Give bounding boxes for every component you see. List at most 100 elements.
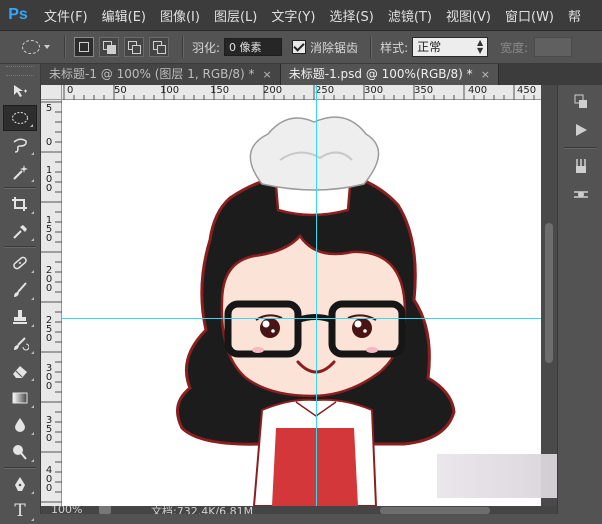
ruler-label: 150 (210, 85, 230, 96)
close-icon[interactable]: × (481, 64, 490, 85)
horizontal-guide[interactable] (62, 318, 541, 319)
menu-layer[interactable]: 图层(L) (214, 6, 257, 25)
brush-presets-button[interactable] (569, 155, 593, 177)
panel-dock (557, 85, 602, 514)
dodge-tool[interactable] (3, 439, 37, 465)
intersect-selection-button[interactable] (149, 37, 169, 57)
style-select-value: 正常 (417, 40, 442, 54)
style-label: 样式: (380, 40, 409, 55)
feather-input[interactable]: 0 像素 (224, 38, 283, 56)
stamp-icon (13, 310, 27, 324)
menu-type[interactable]: 文字(Y) (271, 6, 315, 25)
menu-help[interactable]: 帮 (568, 6, 581, 25)
menu-file[interactable]: 文件(F) (44, 6, 88, 25)
ruler-label: 1 5 0 (45, 215, 53, 244)
crop-tool[interactable] (3, 191, 37, 217)
style-select[interactable]: 正常 ▲ ▼ (412, 37, 489, 57)
eraser-tool[interactable] (3, 358, 37, 384)
move-icon (14, 85, 27, 97)
menu-select[interactable]: 选择(S) (329, 6, 373, 25)
crop-icon (12, 197, 27, 211)
divider (182, 36, 184, 58)
new-selection-button[interactable] (74, 37, 94, 57)
antialias-checkbox[interactable] (292, 40, 307, 54)
lasso-tool[interactable] (3, 132, 37, 158)
vertical-ruler[interactable]: 5 0 1 0 0 1 5 0 2 0 0 2 5 0 3 0 0 3 5 0 … (41, 100, 62, 514)
history-panel-button[interactable] (569, 91, 593, 113)
tools-panel: T (0, 64, 41, 521)
subtract-from-selection-button[interactable] (124, 37, 144, 57)
divider (4, 246, 36, 248)
eyedropper-icon (13, 225, 27, 239)
ruler-label: 2 5 0 (45, 315, 53, 344)
history-brush-icon (14, 337, 29, 351)
document-canvas[interactable] (62, 100, 541, 506)
brush-tool[interactable] (3, 277, 37, 303)
healing-brush-tool[interactable] (3, 250, 37, 276)
tool-presets-button[interactable] (569, 183, 593, 205)
type-tool[interactable]: T (3, 498, 37, 524)
ruler-origin[interactable] (41, 85, 62, 100)
document-size: 文档:732.4K/6.81M (151, 506, 254, 514)
vertical-scrollbar[interactable] (541, 85, 557, 506)
close-icon[interactable]: × (263, 64, 272, 85)
elliptical-marquee-tool[interactable] (3, 105, 37, 131)
ruler-label: 250 (315, 85, 335, 96)
menu-image[interactable]: 图像(I) (160, 6, 200, 25)
eyedropper-tool[interactable] (3, 218, 37, 244)
type-icon: T (14, 501, 26, 521)
menu-filter[interactable]: 滤镜(T) (388, 6, 432, 25)
bandage-icon (13, 256, 27, 270)
photoshop-logo: Ps (8, 6, 28, 23)
brush-presets-icon (575, 159, 586, 173)
eraser-icon (13, 366, 27, 378)
width-label: 宽度: (500, 40, 529, 55)
dock-header[interactable] (557, 64, 602, 85)
tab-document-2[interactable]: 未标题-1.psd @ 100%(RGB/8) * × (280, 64, 499, 85)
brush-icon (14, 282, 27, 297)
ruler-label: 1 0 0 (45, 165, 53, 194)
clone-stamp-tool[interactable] (3, 304, 37, 330)
magic-wand-icon (13, 165, 28, 180)
magic-wand-tool[interactable] (3, 159, 37, 185)
history-brush-tool[interactable] (3, 331, 37, 357)
menu-bar: Ps 文件(F) 编辑(E) 图像(I) 图层(L) 文字(Y) 选择(S) 滤… (0, 0, 602, 31)
divider (564, 147, 597, 149)
zoom-level[interactable]: 100% (51, 506, 82, 514)
actions-panel-button[interactable] (569, 119, 593, 141)
horizontal-ruler[interactable]: 0 50 100 150 200 250 300 350 400 450 (62, 85, 541, 100)
divider (64, 36, 66, 58)
divider (4, 187, 36, 189)
scrollbar-thumb[interactable] (545, 223, 553, 363)
pen-tool[interactable] (3, 471, 37, 497)
tab-document-1[interactable]: 未标题-1 @ 100% (图层 1, RGB/8) * × (41, 64, 281, 85)
horizontal-scrollbar-thumb[interactable] (380, 507, 490, 514)
subtract-selection-icon (128, 41, 141, 54)
panel-grip[interactable] (6, 66, 34, 76)
ruler-label: 100 (160, 85, 180, 96)
gradient-tool[interactable] (3, 385, 37, 411)
blur-tool[interactable] (3, 412, 37, 438)
divider (370, 36, 373, 58)
document-info-icon[interactable] (99, 506, 111, 514)
vertical-guide[interactable] (316, 85, 317, 506)
options-bar: 羽化: 0 像素 消除锯齿 样式: 正常 ▲ ▼ 宽度: (0, 31, 602, 64)
tab-label: 未标题-1.psd @ 100%(RGB/8) * (288, 67, 473, 81)
add-to-selection-button[interactable] (99, 37, 119, 57)
tool-preset-picker[interactable] (22, 36, 56, 58)
add-selection-icon (103, 41, 116, 54)
ruler-ticks (41, 101, 62, 513)
tool-presets-icon (573, 191, 588, 198)
chevron-down-icon (44, 45, 50, 49)
chef-girl-illustration (176, 116, 456, 506)
menu-edit[interactable]: 编辑(E) (102, 6, 146, 25)
ruler-label: 5 (45, 103, 53, 114)
ruler-label: 450 (517, 85, 537, 96)
menu-window[interactable]: 窗口(W) (505, 6, 554, 25)
ruler-label: 200 (263, 85, 283, 96)
move-tool[interactable] (3, 78, 37, 104)
ruler-label: 2 0 0 (45, 265, 53, 294)
document-tabs: 未标题-1 @ 100% (图层 1, RGB/8) * × 未标题-1.psd… (41, 64, 557, 85)
menu-view[interactable]: 视图(V) (446, 6, 491, 25)
ellipse-marquee-icon (12, 112, 28, 124)
